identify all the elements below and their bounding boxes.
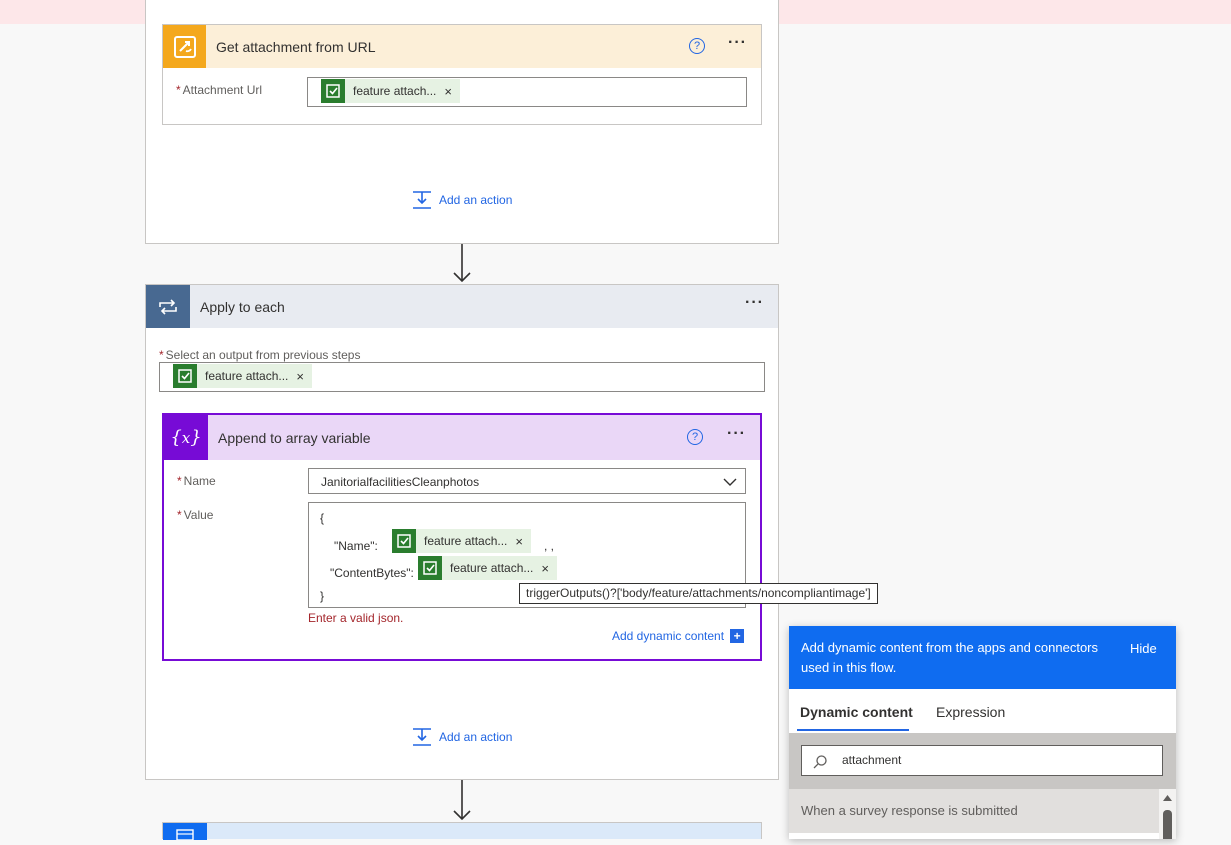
plus-icon: + — [730, 629, 745, 643]
json-close-brace: } — [320, 589, 325, 603]
next-action-card[interactable] — [162, 822, 762, 841]
scrollbar[interactable] — [1159, 789, 1176, 839]
scrollbar-thumb[interactable] — [1163, 810, 1172, 839]
search-input[interactable]: attachment — [801, 745, 1163, 776]
value-label: * Value — [177, 508, 214, 522]
tooltip-text: triggerOutputs()?['body/feature/attachme… — [526, 586, 871, 600]
get-attachment-title: Get attachment from URL — [216, 38, 376, 55]
more-options-icon[interactable]: ··· — [728, 34, 747, 52]
add-action-icon — [413, 728, 431, 746]
dynamic-token[interactable]: feature attach... × — [418, 556, 557, 580]
attachment-sync-icon — [163, 25, 206, 68]
dynamic-token[interactable]: feature attach... × — [173, 364, 312, 388]
json-name-separator: , , — [544, 539, 555, 553]
dynamic-content-panel: Add dynamic content from the apps and co… — [789, 626, 1176, 839]
dynamic-panel-header-text: Add dynamic content from the apps and co… — [801, 640, 1099, 675]
connector-arrow — [453, 780, 471, 821]
tab-expression[interactable]: Expression — [936, 704, 1005, 720]
more-options-icon[interactable]: ··· — [745, 294, 764, 312]
help-icon[interactable]: ? — [689, 38, 705, 54]
add-action-button-1[interactable]: Add an action — [411, 190, 512, 210]
loop-icon — [146, 285, 190, 328]
add-action-button-2[interactable]: Add an action — [411, 727, 512, 747]
survey-icon — [418, 556, 442, 580]
variable-name-select[interactable]: JanitorialfacilitiesCleanphotos — [308, 468, 746, 494]
section-title: When a survey response is submitted — [801, 803, 1018, 818]
dynamic-token[interactable]: feature attach... × — [392, 529, 531, 553]
get-attachment-header[interactable]: Get attachment from URL — [163, 25, 761, 68]
select-output-label: * Select an output from previous steps — [159, 348, 361, 362]
search-icon — [813, 755, 827, 769]
add-dynamic-content-label: Add dynamic content — [612, 629, 725, 643]
json-content-key: "ContentBytes": — [330, 566, 414, 580]
append-variable-header[interactable]: {x} Append to array variable — [164, 415, 760, 460]
append-variable-title: Append to array variable — [218, 429, 371, 446]
chevron-down-icon — [723, 478, 737, 486]
section-header[interactable]: When a survey response is submitted — [789, 789, 1159, 833]
variable-name-value: JanitorialfacilitiesCleanphotos — [321, 475, 480, 489]
apply-to-each-title: Apply to each — [200, 298, 285, 315]
token-label: feature attach... — [205, 369, 289, 383]
dynamic-token[interactable]: feature attach... × — [321, 79, 460, 103]
append-variable-card: {x} Append to array variable ? ··· * Name… — [162, 413, 762, 661]
remove-token-icon[interactable]: × — [444, 84, 460, 99]
search-value: attachment — [842, 753, 902, 767]
help-icon[interactable]: ? — [687, 429, 703, 445]
token-label: feature attach... — [353, 84, 437, 98]
scroll-up-icon[interactable] — [1163, 795, 1172, 801]
json-name-key: "Name": — [334, 539, 378, 553]
hide-button[interactable]: Hide — [1130, 641, 1157, 656]
expression-tooltip: triggerOutputs()?['body/feature/attachme… — [519, 583, 878, 604]
add-action-icon — [413, 191, 431, 209]
add-dynamic-content-button[interactable]: Add dynamic content + — [612, 629, 745, 643]
tab-dynamic-content[interactable]: Dynamic content — [800, 704, 913, 720]
remove-token-icon[interactable]: × — [296, 369, 312, 384]
more-options-icon[interactable]: ··· — [727, 425, 746, 443]
connector-arrow — [453, 244, 471, 283]
search-area: attachment — [789, 733, 1176, 789]
token-label: feature attach... — [424, 534, 508, 548]
token-label: feature attach... — [450, 561, 534, 575]
remove-token-icon[interactable]: × — [515, 534, 531, 549]
survey-icon — [321, 79, 345, 103]
variable-icon: {x} — [164, 415, 208, 460]
add-action-label: Add an action — [439, 730, 513, 744]
dynamic-panel-header: Add dynamic content from the apps and co… — [789, 626, 1176, 689]
survey-icon — [173, 364, 197, 388]
survey-icon — [392, 529, 416, 553]
active-tab-underline — [797, 729, 909, 731]
remove-token-icon[interactable]: × — [541, 561, 557, 576]
json-open-brace: { — [320, 511, 325, 525]
name-label: * Name — [177, 474, 216, 488]
add-action-label: Add an action — [439, 193, 513, 207]
table-icon — [163, 823, 207, 841]
validation-error: Enter a valid json. — [308, 611, 404, 625]
apply-to-each-header[interactable]: Apply to each — [146, 285, 778, 328]
get-attachment-card: Get attachment from URL ? ··· * Attachmen… — [162, 24, 762, 125]
attachment-url-label: * Attachment Url — [176, 83, 263, 97]
